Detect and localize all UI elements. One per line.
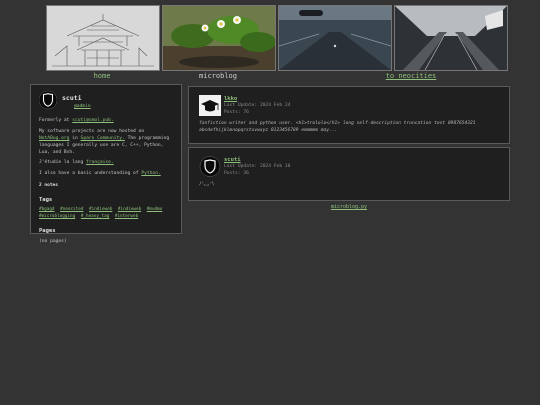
escalator-image [395,6,507,70]
nav-home-link[interactable]: home [46,72,158,80]
bio-mid-text: in [72,135,78,141]
neocities-tile-image[interactable] [394,5,508,71]
top-nav: home microblog to neocities [46,5,508,80]
posts-count: Posts: 36 [224,171,249,177]
profile-name: scuti [62,94,82,102]
formerly-line: Formerly at scuti@smol.pub. [39,118,173,125]
tag-link[interactable]: #mudmo [147,207,163,212]
tag-link[interactable]: #microblogging [39,214,75,219]
posts-count: Posts: 76 [224,110,249,116]
study-text: J'étudie la lang [39,160,84,166]
pages-empty: (no pages) [39,239,67,245]
microblog-py-link[interactable]: microblog.py [188,204,510,210]
notabug-link[interactable]: NotABug.org [39,136,69,141]
post-meta: lkko Last Update: 2024 Feb 24 Posts: 76 [224,95,290,117]
pages-heading: Pages [39,227,56,234]
tag-link[interactable]: #indieweb [118,207,141,212]
study2-line: I also have a basic understanding of Pyt… [39,171,173,178]
bio-text: My software projects are now hosted on [39,128,145,134]
tag-link[interactable]: #neocited [60,207,83,212]
pagoda-sketch-image [47,6,159,70]
strawberry-plant-image [163,6,275,70]
study2-text: I also have a basic understanding of [39,171,139,177]
night-road-image [279,6,391,70]
formerly-link[interactable]: scuti@smol.pub. [72,118,114,123]
francaise-link[interactable]: française. [86,160,114,165]
tags-heading: Tags [39,196,53,203]
profile-header: scuti @admin [39,90,173,114]
profile-sidebar: scuti @admin Formerly at scuti@smol.pub.… [30,84,182,244]
bio-paragraph: My software projects are now hosted on N… [39,129,173,157]
tag-link[interactable]: #bgagd [39,207,55,212]
formerly-prefix: Formerly at [39,118,70,123]
python-link[interactable]: Python. [141,171,160,176]
profile-handle[interactable]: @admin [74,104,91,111]
user-card: scuti Last Update: 2024 Feb 10 Posts: 36… [188,147,510,201]
author-link[interactable]: scuti [224,156,290,164]
user-card: lkko Last Update: 2024 Feb 24 Posts: 76 … [188,86,510,144]
post-meta: scuti Last Update: 2024 Feb 10 Posts: 36 [224,156,290,178]
tag-link[interactable]: #interweb [115,214,138,219]
notes-count: 2 notes [39,183,58,189]
shield-avatar-icon [199,156,221,177]
tag-list: #bgagd #neocited #indieweb #indieweb #mu… [39,207,173,221]
user-description: /ᐠ｡ꞈ｡ᐟ\ [199,182,215,187]
shield-avatar-icon [39,90,57,110]
author-link[interactable]: lkko [224,95,290,103]
user-description: fanfiction writer and python user. <h1>t… [199,121,476,133]
microblog-tile-image[interactable] [162,5,276,71]
study-line: J'étudie la lang française. [39,160,173,167]
graduation-cap-avatar-icon [199,95,221,116]
sparx-link[interactable]: Sparx Community. [81,136,125,141]
tag-link[interactable]: #_heavy_tag [81,214,109,219]
nav-microblog-label[interactable]: microblog [162,72,274,80]
home-tile-image[interactable] [46,5,160,71]
nav-neocities-link[interactable]: to neocities [336,72,486,80]
night-road-tile-image [278,5,392,71]
tag-link[interactable]: #indieweb [89,207,112,212]
